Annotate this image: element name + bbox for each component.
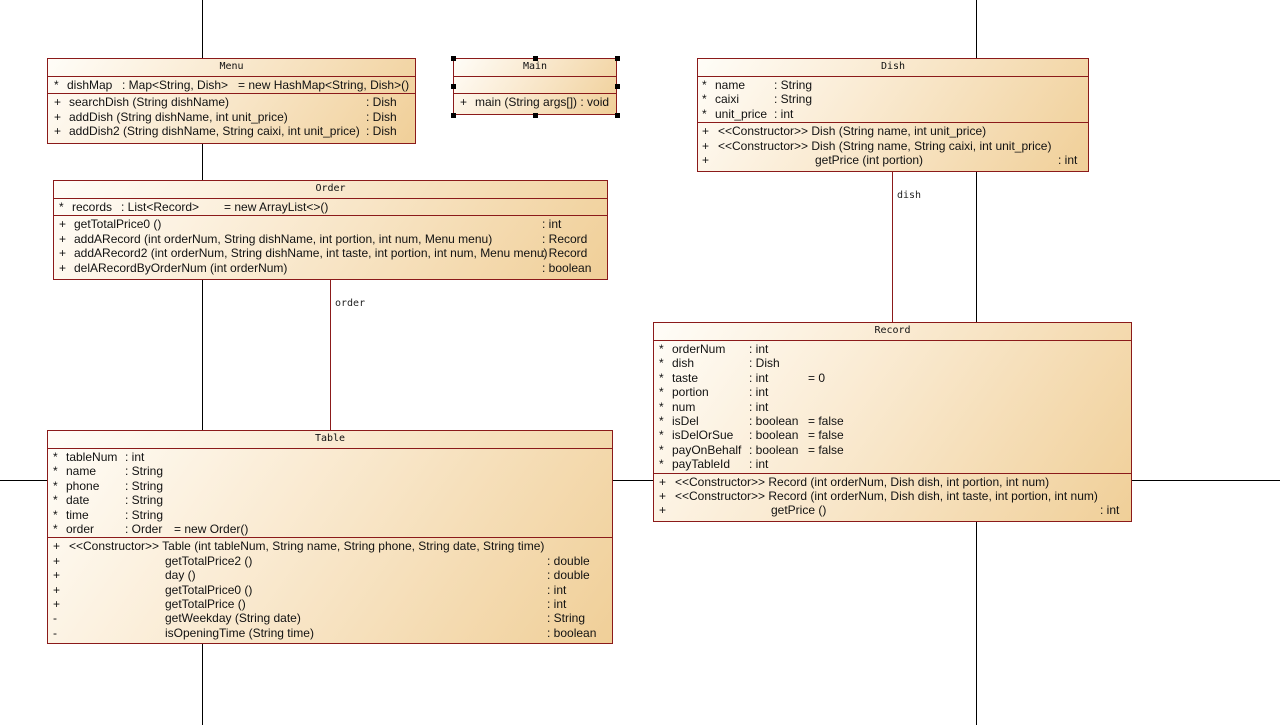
attribute-row[interactable]: * order: Order = new Order() [48, 522, 612, 536]
attribute-row[interactable]: * date: String [48, 493, 612, 507]
operation-row[interactable]: - isOpeningTime (String time): boolean [48, 626, 612, 640]
resize-handle[interactable] [615, 56, 620, 61]
class-dish-operations: + <<Constructor>> Dish (String name, int… [698, 123, 1088, 168]
operation-row[interactable]: + delARecordByOrderNum (int orderNum) : … [54, 261, 607, 275]
attribute-row[interactable]: * name: String [48, 464, 612, 478]
class-record-attributes: * orderNum: int * dish: Dish * taste: int = … [654, 341, 1131, 474]
class-main[interactable]: Main + main (String args[]) : void [453, 58, 617, 115]
class-menu-attributes: * dishMap : Map<String, Dish> = new Hash… [48, 77, 415, 95]
operation-row[interactable]: + <<Constructor>> Table (int tableNum, St… [48, 539, 612, 553]
class-main-attributes [454, 77, 616, 94]
class-main-operations: + main (String args[]) : void [454, 94, 616, 110]
resize-handle[interactable] [451, 113, 456, 118]
resize-handle[interactable] [451, 84, 456, 89]
resize-handle[interactable] [451, 56, 456, 61]
operation-row[interactable]: + getTotalPrice (): int [48, 597, 612, 611]
class-dish[interactable]: Dish * name : String * caixi : String * … [697, 58, 1089, 172]
attribute-row[interactable]: * dish: Dish [654, 356, 1131, 370]
association-dish-label: dish [897, 190, 922, 201]
operation-row[interactable]: + <<Constructor>> Record (int orderNum, D… [654, 475, 1131, 489]
class-dish-attributes: * name : String * caixi : String * unit_… [698, 77, 1088, 124]
class-record[interactable]: Record * orderNum: int * dish: Dish * taste… [653, 322, 1132, 522]
attribute-row[interactable]: * isDelOrSue: boolean = false [654, 428, 1131, 442]
class-table-operations: + <<Constructor>> Table (int tableNum, St… [48, 538, 612, 641]
operation-row[interactable]: + day (): double [48, 568, 612, 582]
operation-row[interactable]: + addDish2 (String dishName, String caix… [48, 124, 415, 138]
operation-row[interactable]: + <<Constructor>> Dish (String name, int… [698, 124, 1088, 138]
class-order-title: Order [54, 181, 607, 199]
association-dish-record-line[interactable] [892, 171, 893, 323]
class-order-attributes: * records : List<Record> = new ArrayList… [54, 199, 607, 217]
attribute-row[interactable]: * num: int [654, 400, 1131, 414]
attribute-row[interactable]: * time: String [48, 508, 612, 522]
class-menu-title: Menu [48, 59, 415, 77]
resize-handle[interactable] [615, 113, 620, 118]
class-table-attributes: * tableNum: int * name: String * phone: Str… [48, 449, 612, 539]
attribute-row[interactable]: * caixi : String [698, 92, 1088, 106]
attribute-row[interactable]: * phone: String [48, 479, 612, 493]
operation-row[interactable]: + addARecord2 (int orderNum, String dish… [54, 246, 607, 260]
class-menu[interactable]: Menu * dishMap : Map<String, Dish> = new… [47, 58, 416, 144]
attribute-row[interactable]: * tableNum: int [48, 450, 612, 464]
class-dish-title: Dish [698, 59, 1088, 77]
operation-row[interactable]: + addDish (String dishName, int unit_pri… [48, 110, 415, 124]
attribute-row[interactable]: * dishMap : Map<String, Dish> = new Hash… [48, 78, 415, 92]
resize-handle[interactable] [533, 113, 538, 118]
attribute-row[interactable]: * payTableId: int [654, 457, 1131, 471]
attribute-row[interactable]: * taste: int = 0 [654, 371, 1131, 385]
operation-row[interactable]: + getPrice (): int [654, 503, 1131, 517]
class-record-operations: + <<Constructor>> Record (int orderNum, D… [654, 474, 1131, 519]
class-order[interactable]: Order * records : List<Record> = new Arr… [53, 180, 608, 280]
class-order-operations: + getTotalPrice0 () : int + addARecord (… [54, 216, 607, 276]
operation-row[interactable]: + <<Constructor>> Record (int orderNum, D… [654, 489, 1131, 503]
operation-row[interactable]: + getTotalPrice0 () : int [54, 217, 607, 231]
attribute-row[interactable]: * orderNum: int [654, 342, 1131, 356]
class-main-title: Main [454, 59, 616, 77]
operation-row[interactable]: - getWeekday (String date): String [48, 611, 612, 625]
attribute-row[interactable]: * isDel: boolean = false [654, 414, 1131, 428]
resize-handle[interactable] [533, 56, 538, 61]
attribute-row[interactable]: * payOnBehalf: boolean = false [654, 443, 1131, 457]
operation-row[interactable]: + addARecord (int orderNum, String dishN… [54, 232, 607, 246]
operation-row[interactable]: + getPrice (int portion) : int [698, 153, 1088, 167]
operation-row[interactable]: + searchDish (String dishName) : Dish [48, 95, 415, 109]
attribute-row[interactable]: * unit_price : int [698, 107, 1088, 121]
operation-row[interactable]: + getTotalPrice2 (): double [48, 554, 612, 568]
attribute-row[interactable]: * records : List<Record> = new ArrayList… [54, 200, 607, 214]
class-table-title: Table [48, 431, 612, 449]
operation-row[interactable]: + <<Constructor>> Dish (String name, Str… [698, 139, 1088, 153]
operation-row[interactable]: + main (String args[]) : void [454, 95, 616, 109]
attribute-row[interactable]: * name : String [698, 78, 1088, 92]
class-record-title: Record [654, 323, 1131, 341]
operation-row[interactable]: + getTotalPrice0 (): int [48, 583, 612, 597]
class-menu-operations: + searchDish (String dishName) : Dish + … [48, 94, 415, 139]
association-order-table-line[interactable] [330, 279, 331, 431]
resize-handle[interactable] [615, 84, 620, 89]
class-table[interactable]: Table * tableNum: int * name: String * phon… [47, 430, 613, 644]
attribute-row[interactable]: * portion: int [654, 385, 1131, 399]
association-order-label: order [335, 298, 366, 309]
